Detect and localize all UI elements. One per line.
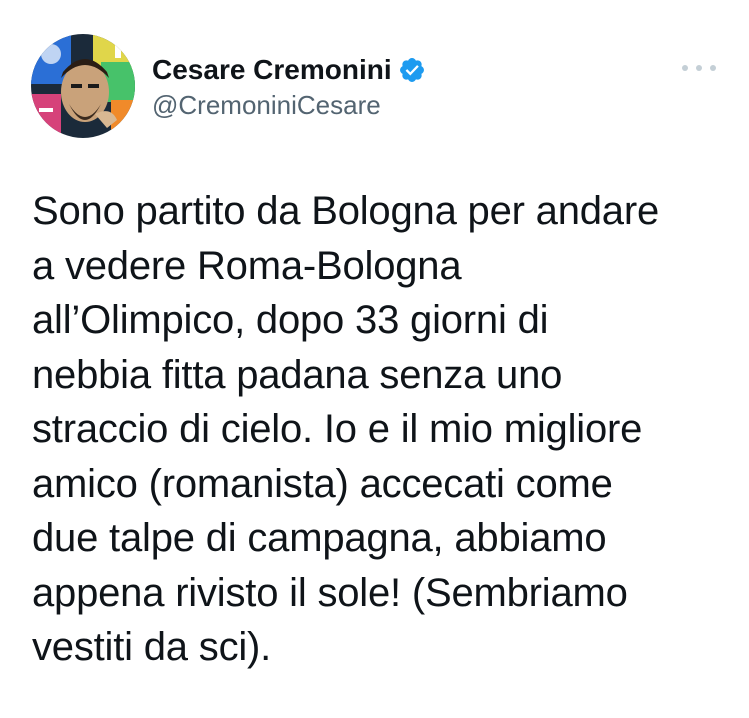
tweet-card: Cesare Cremonini @CremoniniCesare Sono p…: [0, 0, 749, 718]
tweet-text-line: straccio di cielo. Io e il mio migliore: [32, 407, 643, 451]
tweet-text-line: all’Olimpico, dopo 33 giorni di: [32, 298, 549, 342]
avatar[interactable]: [31, 34, 135, 138]
tweet-text: Sono partito da Bologna per andare a ved…: [32, 184, 732, 675]
tweet-text-line: due talpe di campagna, abbiamo: [32, 516, 607, 560]
more-options-icon[interactable]: [682, 58, 716, 78]
tweet-text-line: vestiti da sci).: [32, 625, 272, 669]
avatar-image: [31, 34, 135, 138]
tweet-text-line: appena rivisto il sole! (Sembriamo: [32, 570, 628, 615]
author-handle[interactable]: @CremoniniCesare: [152, 88, 381, 122]
author-name-row[interactable]: Cesare Cremonini: [152, 52, 426, 88]
tweet-text-line: nebbia fitta padana senza uno: [32, 352, 563, 397]
tweet-text-line: Sono partito da Bologna per andare: [32, 189, 660, 233]
tweet-text-line: amico (romanista) accecati come: [32, 461, 613, 506]
more-dot: [696, 65, 702, 71]
more-dot: [682, 65, 688, 71]
more-dot: [710, 65, 716, 71]
author-display-name[interactable]: Cesare Cremonini: [152, 52, 392, 88]
tweet-text-line: a vedere Roma-Bologna: [32, 243, 462, 288]
verified-badge-icon: [398, 56, 426, 84]
